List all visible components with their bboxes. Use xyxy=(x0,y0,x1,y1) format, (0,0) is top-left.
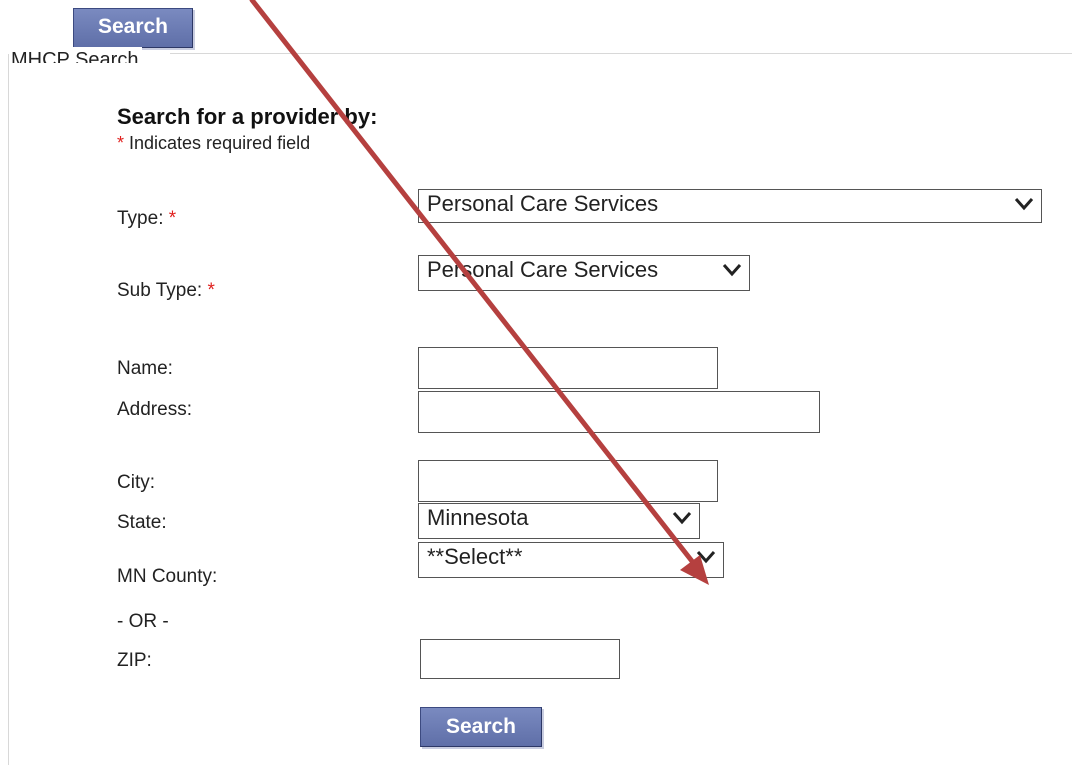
zip-label: ZIP: xyxy=(117,650,152,671)
state-select-value: Minnesota xyxy=(427,505,529,530)
county-select[interactable]: **Select** xyxy=(418,542,724,578)
type-select[interactable]: Personal Care Services xyxy=(418,189,1042,223)
type-required-star: * xyxy=(168,208,177,229)
type-label: Type: * xyxy=(117,208,176,230)
county-label: MN County: xyxy=(117,566,218,587)
state-select[interactable]: Minnesota xyxy=(418,503,700,539)
sub-type-select-value: Personal Care Services xyxy=(427,257,659,282)
chevron-down-icon xyxy=(672,512,692,525)
city-input[interactable] xyxy=(418,460,718,502)
name-label: Name: xyxy=(117,358,173,379)
sub-type-label-text: Sub Type: xyxy=(117,280,208,301)
address-input[interactable] xyxy=(418,391,820,433)
address-label: Address: xyxy=(117,399,192,420)
required-star: * xyxy=(117,133,125,153)
fieldset-border-left xyxy=(8,54,9,765)
chevron-down-icon xyxy=(696,551,716,564)
type-label-text: Type: xyxy=(117,208,169,229)
state-label: State: xyxy=(117,512,167,533)
sub-type-select[interactable]: Personal Care Services xyxy=(418,255,750,291)
chevron-down-icon xyxy=(1014,198,1034,211)
or-divider: - OR - xyxy=(117,611,169,632)
city-label: City: xyxy=(117,472,155,493)
sub-type-label: Sub Type: * xyxy=(117,280,215,302)
search-tab-button[interactable]: Search xyxy=(73,8,193,48)
name-input[interactable] xyxy=(418,347,718,389)
fieldset-border xyxy=(170,53,1072,54)
required-note: * Indicates required field xyxy=(117,133,310,154)
required-note-text: Indicates required field xyxy=(124,133,311,153)
form-heading: Search for a provider by: xyxy=(117,104,378,129)
chevron-down-icon xyxy=(721,260,743,280)
fieldset-legend: MHCP Search xyxy=(11,47,143,63)
type-select-value: Personal Care Services xyxy=(427,191,659,216)
zip-input[interactable] xyxy=(420,639,620,679)
search-button[interactable]: Search xyxy=(420,707,542,747)
county-select-value: **Select** xyxy=(427,544,523,569)
sub-type-required-star: * xyxy=(207,280,215,301)
